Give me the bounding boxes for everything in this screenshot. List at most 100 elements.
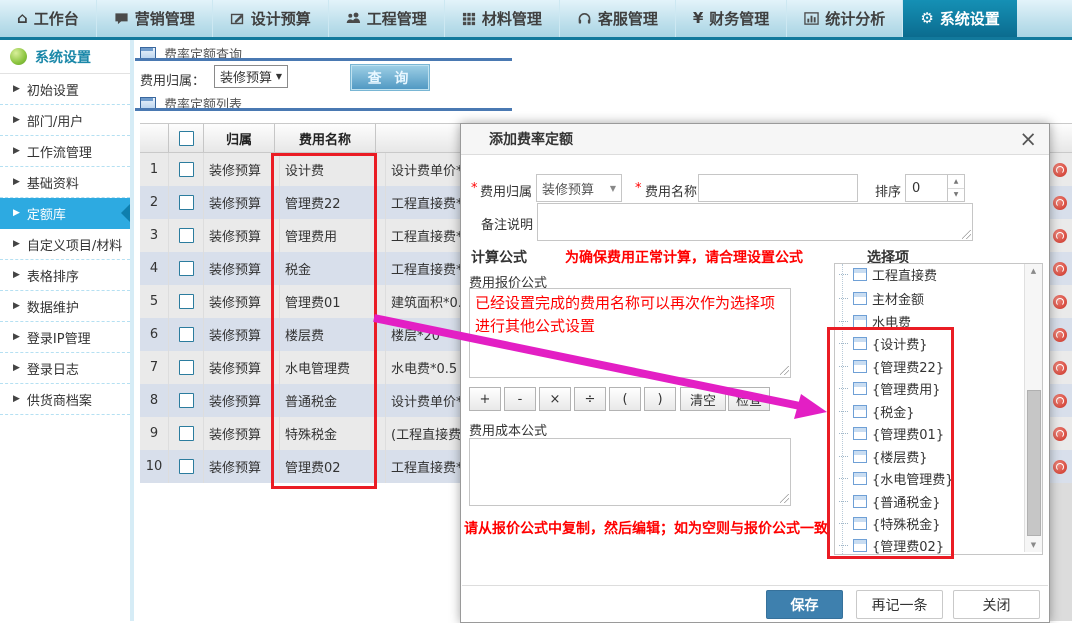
sort-value: 0 [906,175,947,201]
row-checkbox[interactable] [179,162,194,177]
nav-tab-workbench[interactable]: ⌂ 工作台 [0,0,97,37]
sidebar-item-data-maintenance[interactable]: ▶ 数据维护 [0,291,130,322]
sidebar-item-table-sort[interactable]: ▶ 表格排序 [0,260,130,291]
nav-tab-label: 设计预算 [251,8,311,29]
row-delete-icon[interactable] [1053,361,1067,375]
nav-tab-label: 工程管理 [367,8,427,29]
row-delete-icon[interactable] [1053,229,1067,243]
row-checkbox[interactable] [179,426,194,441]
clear-button[interactable]: 清空 [680,387,726,411]
chevron-down-icon: ▼ [610,184,616,193]
triangle-bullet-icon: ▶ [13,177,20,187]
nav-tab-customer-service[interactable]: 客服管理 [560,0,676,37]
formula-warning-text: 为确保费用正常计算，请合理设置公式 [565,247,803,267]
nav-tab-label: 系统设置 [940,8,1000,29]
op-close-paren-button[interactable]: ) [644,387,676,411]
cost-formula-textarea[interactable] [469,438,791,506]
option-item[interactable]: {税金} [839,401,915,421]
row-delete-icon[interactable] [1053,328,1067,342]
nav-tab-marketing[interactable]: 营销管理 [97,0,213,37]
sidebar-item-quota-library[interactable]: ▶ 定额库 [0,198,130,229]
row-checkbox[interactable] [179,459,194,474]
option-item[interactable]: 工程直接费 [839,264,937,284]
nav-tab-label: 工作台 [34,8,79,29]
home-icon: ⌂ [17,11,28,26]
row-delete-icon[interactable] [1053,163,1067,177]
sidebar-item-login-ip[interactable]: ▶ 登录IP管理 [0,322,130,353]
op-multiply-button[interactable]: × [539,387,571,411]
scroll-down-icon[interactable]: ▼ [1025,538,1042,552]
spin-down-icon[interactable]: ▼ [948,189,964,202]
row-checkbox[interactable] [179,195,194,210]
sidebar-item-label: 表格排序 [27,266,79,285]
op-open-paren-button[interactable]: ( [609,387,641,411]
row-checkbox[interactable] [179,393,194,408]
sidebar-item-label: 基础资料 [27,173,79,192]
check-button[interactable]: 检查 [728,387,770,411]
scroll-up-icon[interactable]: ▲ [1025,264,1042,278]
row-delete-icon[interactable] [1053,262,1067,276]
remark-textarea[interactable] [537,203,973,241]
nav-tab-finance[interactable]: ¥ 财务管理 [676,0,787,37]
sort-number-input[interactable]: 0 ▲ ▼ [905,174,965,202]
row-delete-icon[interactable] [1053,295,1067,309]
row-num: 1 [140,153,169,186]
option-item[interactable]: {设计费} [839,333,928,353]
row-delete-icon[interactable] [1053,394,1067,408]
row-checkbox[interactable] [179,294,194,309]
op-plus-button[interactable]: + [469,387,501,411]
scrollbar-thumb[interactable] [1027,390,1041,536]
row-checkbox[interactable] [179,261,194,276]
fee-name-input[interactable] [698,174,858,202]
row-delete-icon[interactable] [1053,460,1067,474]
option-item[interactable]: {楼层费} [839,446,928,466]
chevron-down-icon: ▼ [276,72,282,81]
cell-fee-name: 水电管理费 [280,351,386,384]
nav-tab-statistics[interactable]: 统计分析 [787,0,903,37]
option-item[interactable]: {管理费22} [839,356,944,376]
cell-fee-name: 特殊税金 [280,417,386,450]
op-minus-button[interactable]: - [504,387,536,411]
close-icon[interactable]: × [1019,129,1037,150]
close-button[interactable]: 关闭 [953,590,1040,619]
nav-tab-materials[interactable]: 材料管理 [445,0,560,37]
sidebar-item-initial-settings[interactable]: ▶ 初始设置 [0,74,130,105]
sidebar-item-basic-data[interactable]: ▶ 基础资料 [0,167,130,198]
sidebar-divider [130,40,134,621]
select-all-checkbox[interactable] [179,131,194,146]
row-checkbox[interactable] [179,228,194,243]
option-item[interactable]: {管理费01} [839,423,944,443]
nav-tab-system-settings[interactable]: ⚙ 系统设置 [903,0,1016,37]
option-item[interactable]: {特殊税金} [839,513,941,533]
row-delete-icon[interactable] [1053,196,1067,210]
save-button[interactable]: 保存 [766,590,843,619]
row-checkbox[interactable] [179,360,194,375]
op-divide-button[interactable]: ÷ [574,387,606,411]
headset-icon [577,11,592,26]
option-item[interactable]: {普通税金} [839,491,941,511]
option-item[interactable]: {管理费用} [839,378,941,398]
section-underline [135,58,512,61]
sidebar-item-workflow[interactable]: ▶ 工作流管理 [0,136,130,167]
sidebar-item-label: 部门/用户 [27,111,83,130]
dialog-owner-select[interactable]: 装修预算 ▼ [536,174,622,202]
sidebar-item-supplier-archive[interactable]: ▶ 供货商档案 [0,384,130,415]
row-checkbox[interactable] [179,327,194,342]
nav-tab-design-budget[interactable]: 设计预算 [213,0,329,37]
sidebar-item-departments-users[interactable]: ▶ 部门/用户 [0,105,130,136]
sidebar-item-login-log[interactable]: ▶ 登录日志 [0,353,130,384]
row-delete-icon[interactable] [1053,427,1067,441]
triangle-bullet-icon: ▶ [13,239,20,249]
quote-formula-textarea[interactable]: 已经设置完成的费用名称可以再次作为选择项进行其他公式设置 [469,288,791,378]
option-item[interactable]: {管理费02} [839,535,944,555]
option-item[interactable]: 主材金额 [839,288,924,308]
option-item[interactable]: 水电费 [839,311,911,331]
fee-owner-filter-select[interactable]: 装修预算 ▼ [214,65,288,88]
sidebar-item-custom-project-material[interactable]: ▶ 自定义项目/材料 [0,229,130,260]
nav-tab-engineering[interactable]: 工程管理 [329,0,445,37]
option-item[interactable]: {水电管理费} [839,468,954,488]
query-button[interactable]: 查 询 [350,64,430,91]
options-scrollbar[interactable]: ▲ ▼ [1024,264,1042,552]
add-another-button[interactable]: 再记一条 [856,590,943,619]
spin-up-icon[interactable]: ▲ [948,175,964,189]
